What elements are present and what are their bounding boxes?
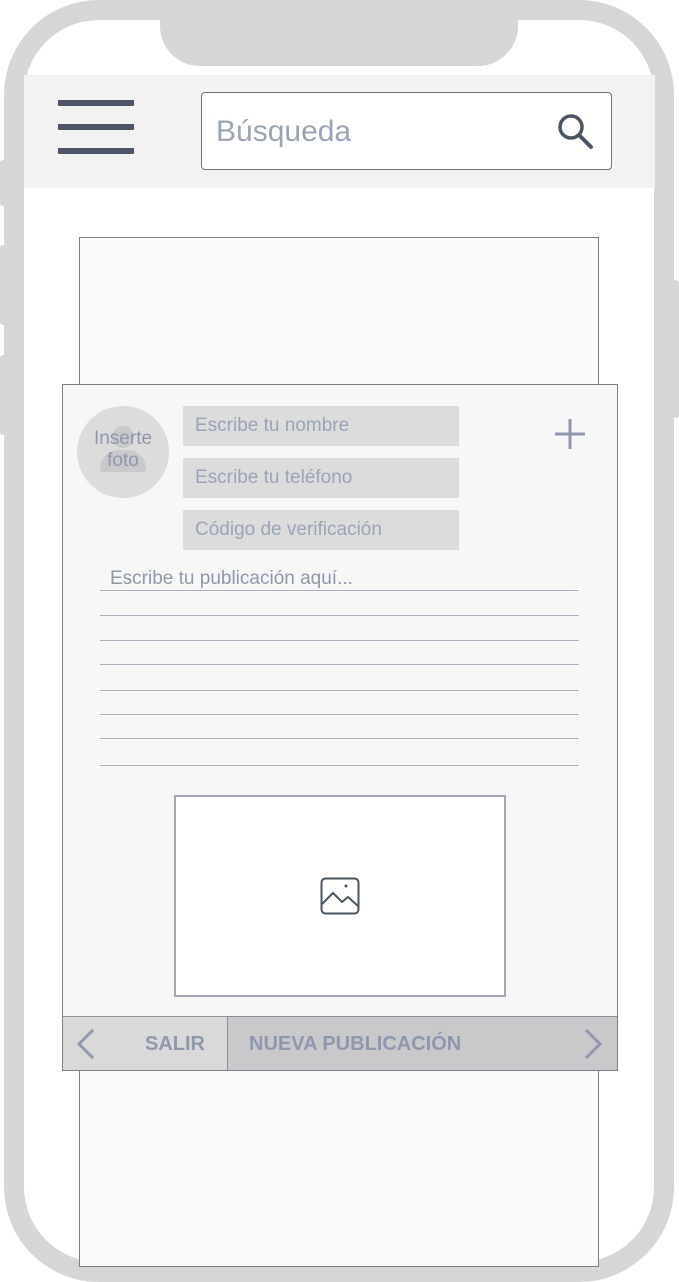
text-line <box>100 714 579 715</box>
phone-field[interactable] <box>183 458 459 498</box>
text-line <box>100 640 579 641</box>
image-icon <box>320 877 360 915</box>
search-input[interactable] <box>214 111 538 153</box>
mute-switch <box>0 355 6 435</box>
search-bar[interactable] <box>201 92 612 170</box>
search-icon[interactable] <box>555 111 595 151</box>
text-line <box>100 590 579 591</box>
volume-down-button <box>0 245 6 325</box>
chevron-left-icon <box>76 1028 95 1060</box>
new-post-button-label: NUEVA PUBLICACIÓN <box>249 1033 462 1055</box>
chevron-right-icon <box>584 1028 603 1060</box>
phone-notch <box>160 0 518 66</box>
volume-up-button <box>0 160 6 206</box>
text-line <box>100 738 579 739</box>
text-line <box>100 664 579 665</box>
text-line <box>100 765 579 766</box>
exit-button[interactable]: SALIR <box>63 1016 228 1070</box>
avatar-label: Inserte foto <box>93 428 153 471</box>
new-post-button[interactable]: NUEVA PUBLICACIÓN <box>228 1016 617 1070</box>
verification-code-field[interactable] <box>183 510 459 550</box>
menu-icon[interactable] <box>58 100 134 158</box>
name-field[interactable] <box>183 406 459 446</box>
add-icon[interactable] <box>550 414 590 454</box>
post-text-area[interactable]: Escribe tu publicación aquí... <box>110 568 353 590</box>
exit-button-label: SALIR <box>145 1033 205 1055</box>
power-button <box>673 280 679 418</box>
text-line <box>100 615 579 616</box>
text-line <box>100 690 579 691</box>
